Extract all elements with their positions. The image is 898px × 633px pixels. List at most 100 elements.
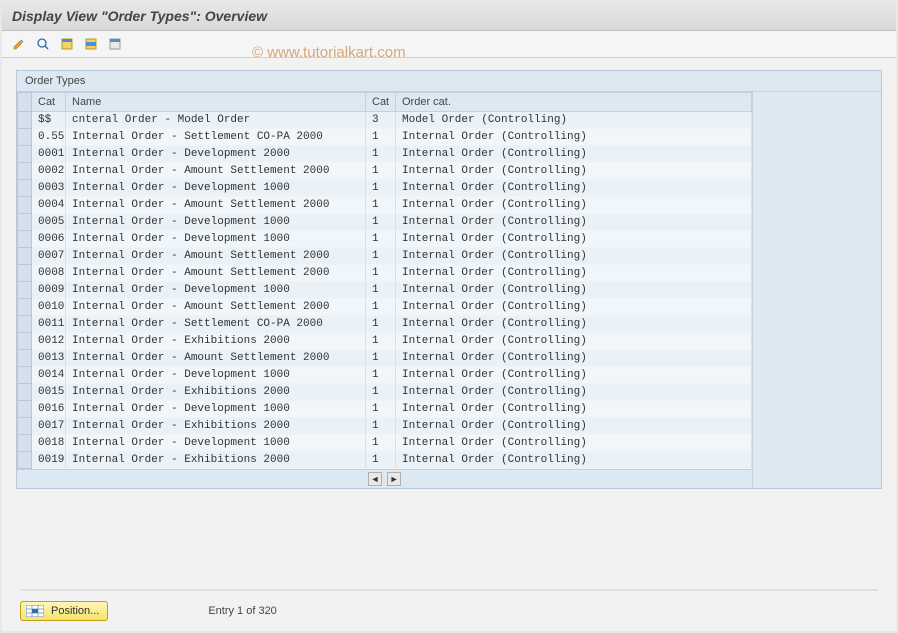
- cell-cat1: 0011: [32, 316, 66, 333]
- table-row[interactable]: 0019Internal Order - Exhibitions 20001In…: [18, 452, 752, 469]
- cell-name: Internal Order - Amount Settlement 2000: [66, 197, 366, 214]
- row-selector[interactable]: [18, 163, 32, 180]
- table-row[interactable]: 0009Internal Order - Development 10001In…: [18, 282, 752, 299]
- cell-cat2: 1: [366, 248, 396, 265]
- cell-name: Internal Order - Development 1000: [66, 435, 366, 452]
- cell-ordercat: Internal Order (Controlling): [396, 299, 752, 316]
- cell-cat1: $$: [32, 112, 66, 129]
- cell-ordercat: Internal Order (Controlling): [396, 129, 752, 146]
- table-row[interactable]: 0011Internal Order - Settlement CO-PA 20…: [18, 316, 752, 333]
- cell-ordercat: Internal Order (Controlling): [396, 401, 752, 418]
- table-row[interactable]: 0018Internal Order - Development 10001In…: [18, 435, 752, 452]
- cell-cat1: 0009: [32, 282, 66, 299]
- cell-cat2: 1: [366, 180, 396, 197]
- cell-cat1: 0007: [32, 248, 66, 265]
- position-button[interactable]: Position...: [20, 601, 108, 621]
- row-selector[interactable]: [18, 333, 32, 350]
- cell-cat2: 1: [366, 231, 396, 248]
- cell-name: Internal Order - Development 1000: [66, 214, 366, 231]
- table-row[interactable]: 0002Internal Order - Amount Settlement 2…: [18, 163, 752, 180]
- table-row[interactable]: 0013Internal Order - Amount Settlement 2…: [18, 350, 752, 367]
- row-selector[interactable]: [18, 299, 32, 316]
- cell-cat1: 0017: [32, 418, 66, 435]
- cell-ordercat: Model Order (Controlling): [396, 112, 752, 129]
- cell-ordercat: Internal Order (Controlling): [396, 214, 752, 231]
- col-ordercat[interactable]: Order cat.: [396, 93, 752, 112]
- cell-name: Internal Order - Development 1000: [66, 282, 366, 299]
- cell-name: Internal Order - Exhibitions 2000: [66, 418, 366, 435]
- select-block-icon[interactable]: [82, 35, 100, 53]
- row-selector[interactable]: [18, 350, 32, 367]
- row-selector[interactable]: [18, 367, 32, 384]
- row-selector[interactable]: [18, 384, 32, 401]
- cell-name: Internal Order - Settlement CO-PA 2000: [66, 316, 366, 333]
- table-row[interactable]: 0007Internal Order - Amount Settlement 2…: [18, 248, 752, 265]
- cell-cat2: 1: [366, 299, 396, 316]
- scroll-right-icon[interactable]: ►: [387, 472, 401, 486]
- row-selector[interactable]: [18, 418, 32, 435]
- row-selector[interactable]: [18, 452, 32, 469]
- table-row[interactable]: 0006Internal Order - Development 10001In…: [18, 231, 752, 248]
- select-all-icon[interactable]: [58, 35, 76, 53]
- table-row[interactable]: 0017Internal Order - Exhibitions 20001In…: [18, 418, 752, 435]
- cell-cat2: 1: [366, 146, 396, 163]
- col-cat2[interactable]: Cat: [366, 93, 396, 112]
- table-row[interactable]: 0012Internal Order - Exhibitions 20001In…: [18, 333, 752, 350]
- table-row[interactable]: 0004Internal Order - Amount Settlement 2…: [18, 197, 752, 214]
- col-name[interactable]: Name: [66, 93, 366, 112]
- cell-ordercat: Internal Order (Controlling): [396, 316, 752, 333]
- row-selector[interactable]: [18, 146, 32, 163]
- cell-name: Internal Order - Development 1000: [66, 367, 366, 384]
- cell-ordercat: Internal Order (Controlling): [396, 435, 752, 452]
- row-selector[interactable]: [18, 180, 32, 197]
- cell-name: Internal Order - Amount Settlement 2000: [66, 350, 366, 367]
- table-row[interactable]: 0003Internal Order - Development 10001In…: [18, 180, 752, 197]
- row-selector[interactable]: [18, 129, 32, 146]
- row-selector[interactable]: [18, 435, 32, 452]
- deselect-icon[interactable]: [106, 35, 124, 53]
- detail-icon[interactable]: [34, 35, 52, 53]
- table-row[interactable]: 0016Internal Order - Development 10001In…: [18, 401, 752, 418]
- cell-ordercat: Internal Order (Controlling): [396, 333, 752, 350]
- cell-ordercat: Internal Order (Controlling): [396, 384, 752, 401]
- cell-cat1: 0008: [32, 265, 66, 282]
- cell-cat2: 1: [366, 316, 396, 333]
- cell-cat2: 1: [366, 163, 396, 180]
- cell-ordercat: Internal Order (Controlling): [396, 248, 752, 265]
- row-selector[interactable]: [18, 248, 32, 265]
- table-row[interactable]: 0.55Internal Order - Settlement CO-PA 20…: [18, 129, 752, 146]
- scroll-left-icon[interactable]: ◄: [368, 472, 382, 486]
- cell-cat1: 0003: [32, 180, 66, 197]
- table-row[interactable]: 0010Internal Order - Amount Settlement 2…: [18, 299, 752, 316]
- table-row[interactable]: 0001Internal Order - Development 20001In…: [18, 146, 752, 163]
- col-cat1[interactable]: Cat: [32, 93, 66, 112]
- horizontal-scroll: ◄ ►: [17, 469, 752, 488]
- row-selector[interactable]: [18, 282, 32, 299]
- cell-cat2: 1: [366, 214, 396, 231]
- cell-name: Internal Order - Exhibitions 2000: [66, 384, 366, 401]
- cell-ordercat: Internal Order (Controlling): [396, 452, 752, 469]
- cell-cat2: 1: [366, 282, 396, 299]
- col-select[interactable]: [18, 93, 32, 112]
- row-selector[interactable]: [18, 231, 32, 248]
- page-title: Display View "Order Types": Overview: [2, 2, 896, 31]
- cell-name: Internal Order - Development 2000: [66, 146, 366, 163]
- cell-name: Internal Order - Development 1000: [66, 401, 366, 418]
- cell-cat1: 0012: [32, 333, 66, 350]
- cell-cat2: 3: [366, 112, 396, 129]
- row-selector[interactable]: [18, 401, 32, 418]
- table-row[interactable]: 0008Internal Order - Amount Settlement 2…: [18, 265, 752, 282]
- table-row[interactable]: 0005Internal Order - Development 10001In…: [18, 214, 752, 231]
- row-selector[interactable]: [18, 316, 32, 333]
- row-selector[interactable]: [18, 214, 32, 231]
- position-button-label: Position...: [51, 605, 99, 617]
- cell-cat2: 1: [366, 367, 396, 384]
- cell-name: Internal Order - Development 1000: [66, 231, 366, 248]
- table-row[interactable]: 0014Internal Order - Development 10001In…: [18, 367, 752, 384]
- table-row[interactable]: 0015Internal Order - Exhibitions 20001In…: [18, 384, 752, 401]
- row-selector[interactable]: [18, 112, 32, 129]
- row-selector[interactable]: [18, 197, 32, 214]
- row-selector[interactable]: [18, 265, 32, 282]
- table-row[interactable]: $$cnteral Order - Model Order3Model Orde…: [18, 112, 752, 129]
- change-icon[interactable]: [10, 35, 28, 53]
